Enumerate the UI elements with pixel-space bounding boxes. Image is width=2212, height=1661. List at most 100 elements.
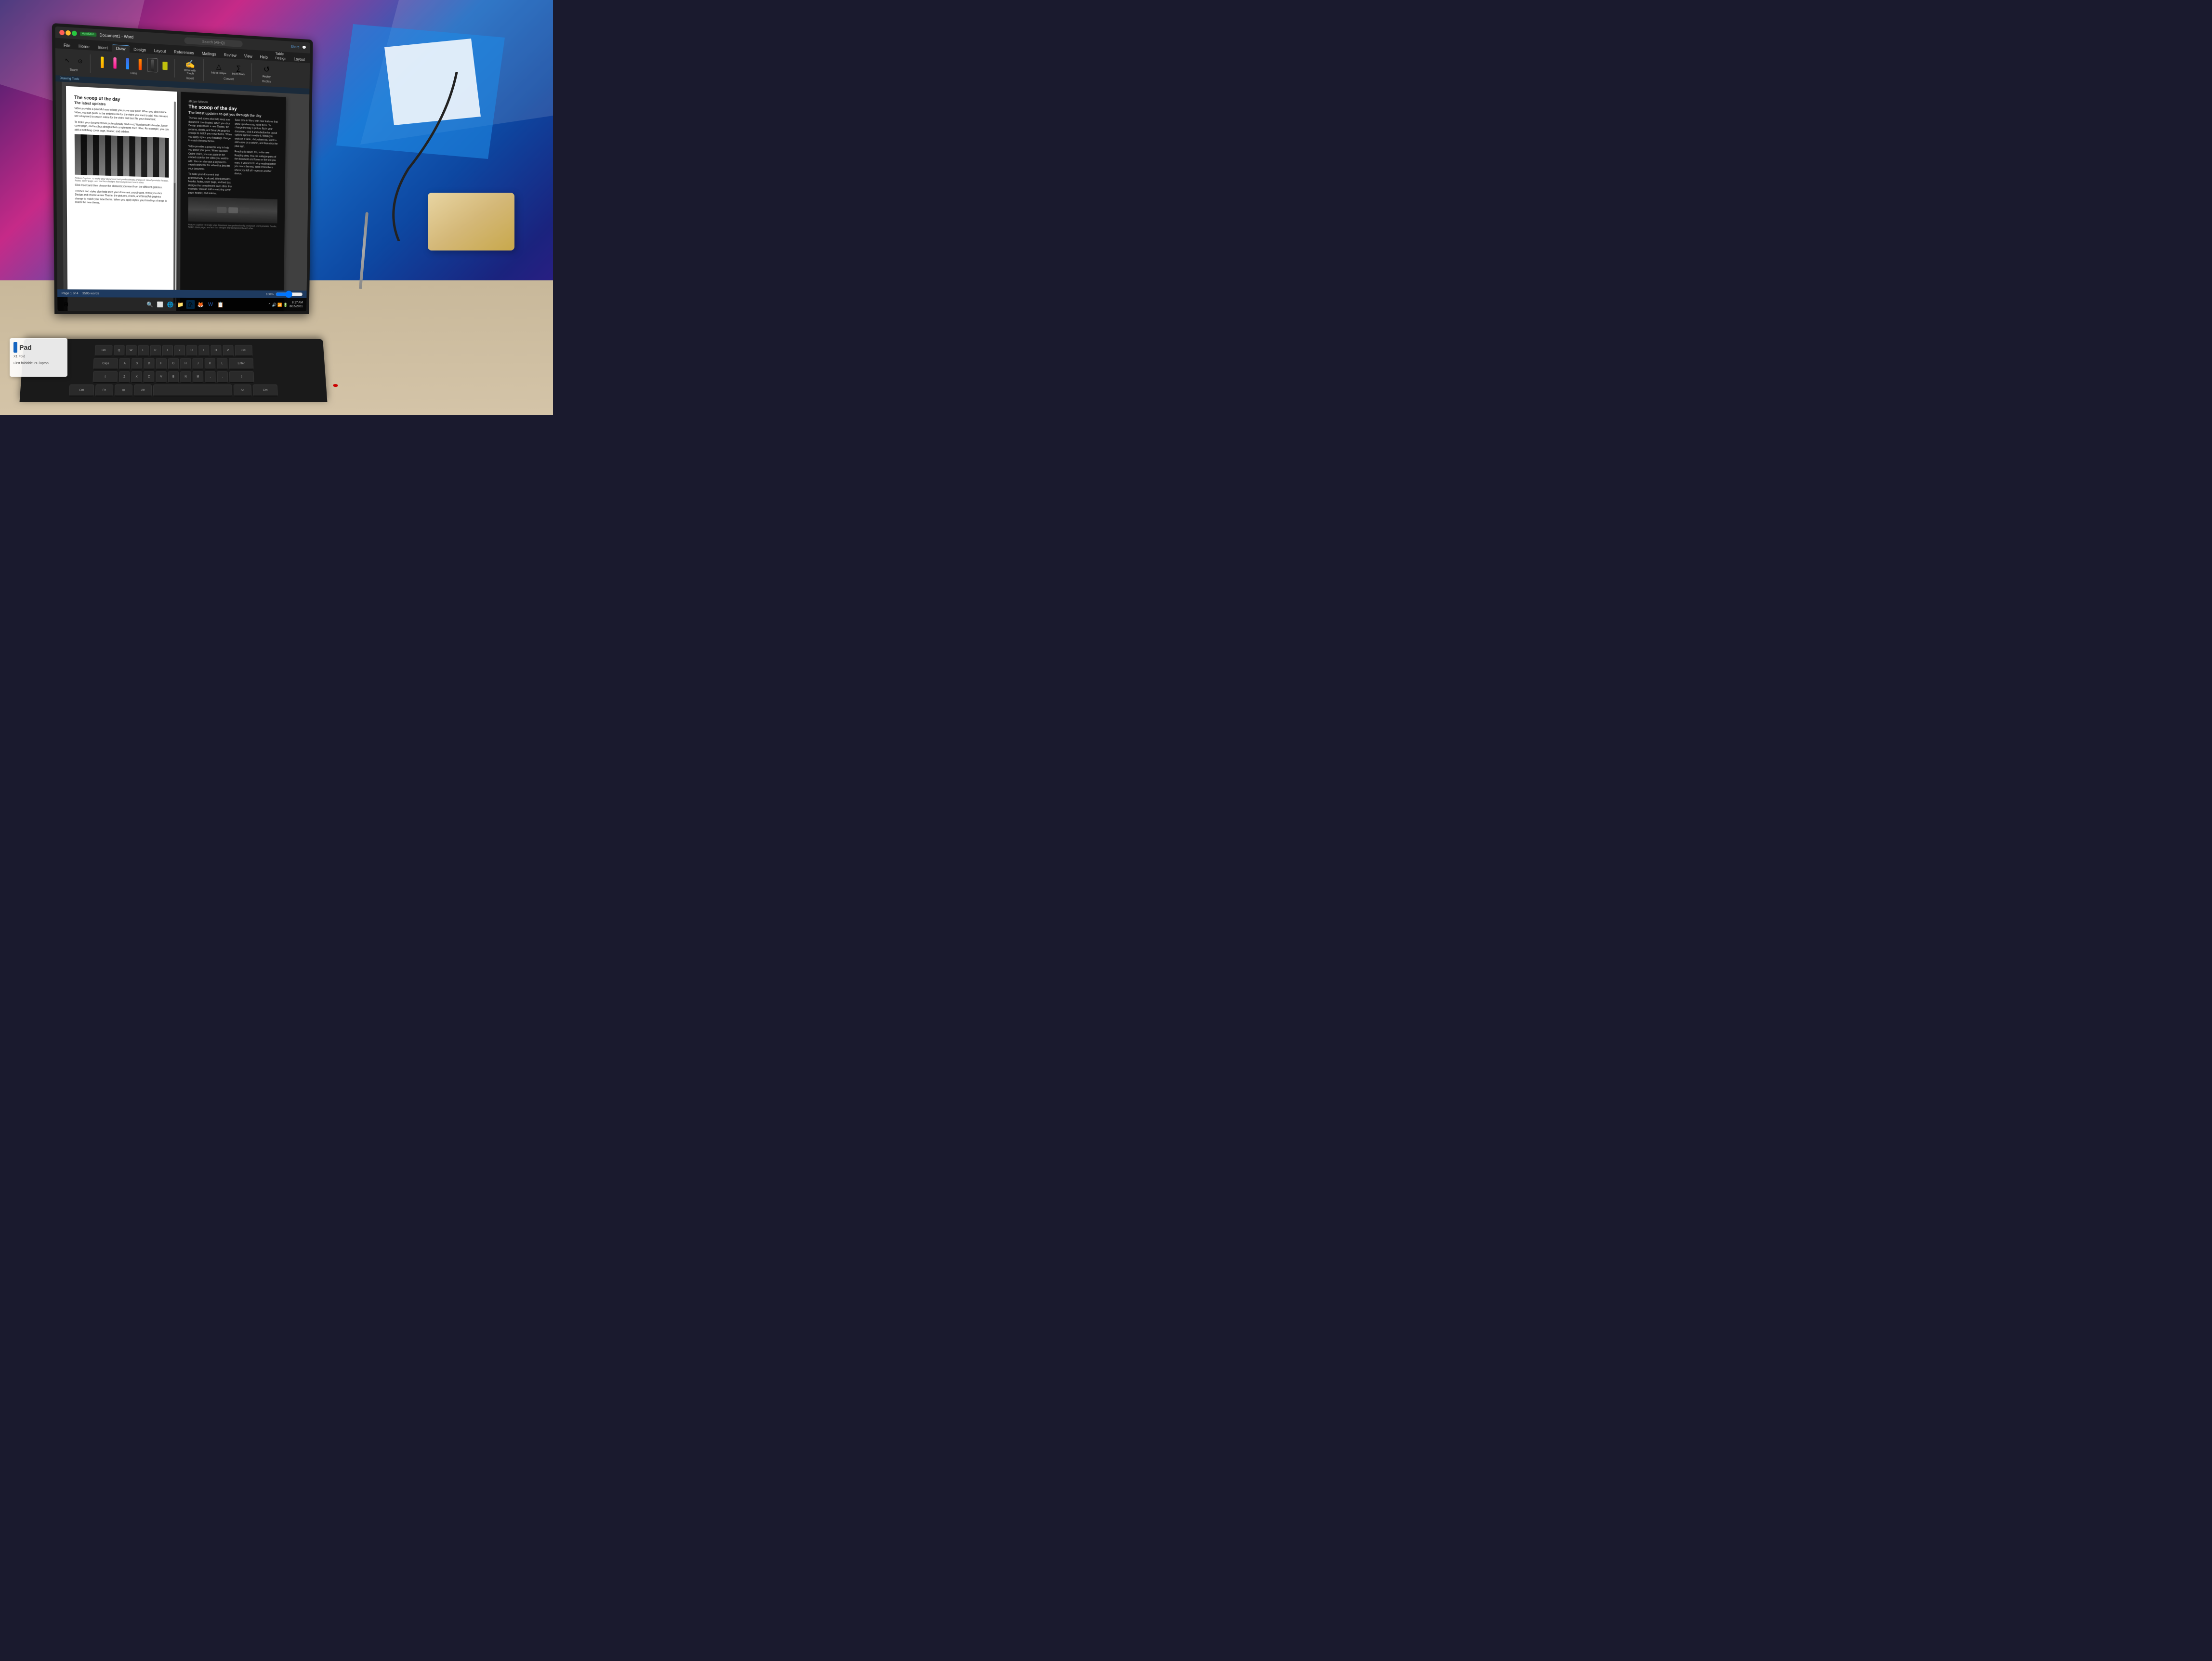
key-ctrl-r[interactable]: Ctrl	[253, 384, 278, 396]
share-icon[interactable]: Share	[290, 45, 299, 49]
key-alt-r[interactable]: Alt	[234, 384, 252, 396]
key-backspace[interactable]: ⌫	[235, 345, 252, 356]
highlighter-yellow[interactable]	[159, 58, 171, 73]
key-r[interactable]: R	[150, 345, 160, 356]
pen-yellow[interactable]	[97, 55, 108, 70]
replay-items: ↺ Replay	[258, 63, 276, 80]
key-n[interactable]: N	[180, 371, 191, 383]
cursor-tool-button[interactable]: ↖	[62, 53, 73, 68]
pen-pink[interactable]	[109, 55, 120, 70]
key-s[interactable]: S	[132, 358, 143, 369]
tab-home[interactable]: Home	[74, 43, 93, 51]
tab-file[interactable]: File	[59, 42, 74, 50]
key-t[interactable]: T	[162, 345, 172, 356]
title-bar-right: Share 💬	[290, 45, 306, 50]
key-y[interactable]: Y	[174, 345, 185, 356]
key-d[interactable]: D	[144, 358, 155, 369]
key-e[interactable]: E	[138, 345, 148, 356]
key-win[interactable]: ⊞	[115, 384, 132, 396]
key-w[interactable]: W	[126, 345, 137, 356]
key-x[interactable]: X	[131, 371, 142, 383]
taskbar-word[interactable]: W	[206, 300, 215, 309]
draw-with-touch-button[interactable]: ✍ Draw withTouch	[181, 58, 199, 77]
maximize-button[interactable]	[72, 30, 77, 36]
windows-screen: AutoSave Document1 - Word Search (Alt+Q)…	[55, 26, 310, 311]
page1-scrollbar[interactable]	[173, 102, 176, 303]
pen-orange[interactable]	[134, 57, 145, 72]
thinkpad-trackpoint[interactable]	[333, 384, 338, 387]
pen-dark[interactable]	[147, 58, 158, 73]
key-enter[interactable]: Enter	[229, 358, 253, 369]
tab-layout[interactable]: Layout	[150, 47, 170, 55]
key-q[interactable]: Q	[113, 345, 124, 356]
ink-to-shape-button[interactable]: △ Ink to Shape	[210, 61, 228, 77]
ink-to-math-button[interactable]: ∑ Ink to Math	[229, 62, 248, 78]
page2-para5: Reading is easier, too, in the new Readi…	[235, 150, 278, 177]
tab-draw[interactable]: Draw	[112, 44, 129, 53]
zoom-slider[interactable]	[276, 292, 303, 296]
taskbar-search[interactable]: 🔍	[145, 300, 154, 309]
key-i[interactable]: I	[198, 345, 209, 356]
key-a[interactable]: A	[119, 358, 130, 369]
page-2: Mirjam Nilsson The scoop of the day The …	[180, 92, 286, 312]
key-u[interactable]: U	[186, 345, 197, 356]
close-button[interactable]	[59, 30, 65, 35]
taskbar-firefox[interactable]: 🦊	[196, 300, 205, 309]
key-v[interactable]: V	[156, 371, 167, 383]
taskbar-app1[interactable]: 📋	[216, 300, 225, 309]
key-m[interactable]: M	[193, 371, 204, 383]
zoom-level: 100%	[266, 292, 274, 296]
window-title: Document1 - Word	[100, 33, 134, 40]
document-area[interactable]: The scoop of the day The latest updates …	[55, 81, 309, 311]
insert-items: ✍ Draw withTouch	[181, 58, 199, 77]
key-comma[interactable]: ,	[205, 371, 216, 383]
taskbar-taskview[interactable]: ⬜	[156, 300, 164, 309]
key-o[interactable]: O	[211, 345, 222, 356]
key-j[interactable]: J	[192, 358, 203, 369]
taskbar-store[interactable]: 🛍	[186, 300, 195, 309]
key-caps[interactable]: Caps	[93, 358, 118, 369]
key-l[interactable]: L	[217, 358, 228, 369]
tab-view[interactable]: View	[240, 53, 256, 60]
tab-insert[interactable]: Insert	[93, 44, 112, 52]
tab-help[interactable]: Help	[256, 53, 272, 61]
page-info: Page 1 of 4	[62, 291, 79, 295]
tab-mailings[interactable]: Mailings	[198, 50, 220, 58]
laptop-device: AutoSave Document1 - Word Search (Alt+Q)…	[58, 39, 337, 314]
status-left: Page 1 of 4 3505 words	[62, 291, 99, 295]
tab-design[interactable]: Design	[130, 46, 150, 53]
page1-scrollbar-thumb[interactable]	[174, 102, 176, 184]
replay-button[interactable]: ↺ Replay	[258, 63, 276, 80]
page2-caption: Picture Caption: To make your document l…	[188, 224, 277, 230]
key-shift-l[interactable]: ⇧	[93, 371, 118, 383]
minimize-button[interactable]	[66, 30, 71, 36]
key-k[interactable]: K	[205, 358, 216, 369]
key-ctrl-l[interactable]: Ctrl	[69, 384, 94, 396]
key-period[interactable]: .	[217, 371, 228, 383]
tab-table-design[interactable]: Table Design	[272, 50, 290, 62]
key-shift-r[interactable]: ⇧	[229, 371, 254, 383]
key-alt-l[interactable]: Alt	[134, 384, 152, 396]
key-h[interactable]: H	[180, 358, 191, 369]
pages-container[interactable]: The scoop of the day The latest updates …	[62, 82, 309, 312]
key-tab[interactable]: Tab	[94, 345, 112, 356]
page2-col2: Save time in Word with new features that…	[234, 119, 278, 199]
pen-blue[interactable]	[122, 56, 133, 71]
tab-review[interactable]: Review	[220, 52, 240, 59]
key-fn[interactable]: Fn	[95, 384, 114, 396]
taskbar-edge[interactable]: 🌐	[166, 300, 174, 309]
key-b[interactable]: B	[168, 371, 179, 383]
key-g[interactable]: G	[168, 358, 179, 369]
taskbar-explorer[interactable]: 📁	[176, 300, 185, 309]
taskbar-start-button[interactable]: ⊞	[62, 300, 71, 309]
key-c[interactable]: C	[144, 371, 155, 383]
search-bar[interactable]: Search (Alt+Q)	[184, 37, 242, 47]
page-1: The scoop of the day The latest updates …	[66, 86, 177, 312]
search-tool-button[interactable]: ⊙	[75, 53, 86, 68]
key-z[interactable]: Z	[119, 371, 130, 383]
comments-icon[interactable]: 💬	[302, 46, 306, 50]
tab-layout2[interactable]: Layout	[290, 55, 309, 63]
key-f[interactable]: F	[156, 358, 166, 369]
key-space[interactable]	[153, 384, 232, 396]
key-p[interactable]: P	[223, 345, 234, 356]
